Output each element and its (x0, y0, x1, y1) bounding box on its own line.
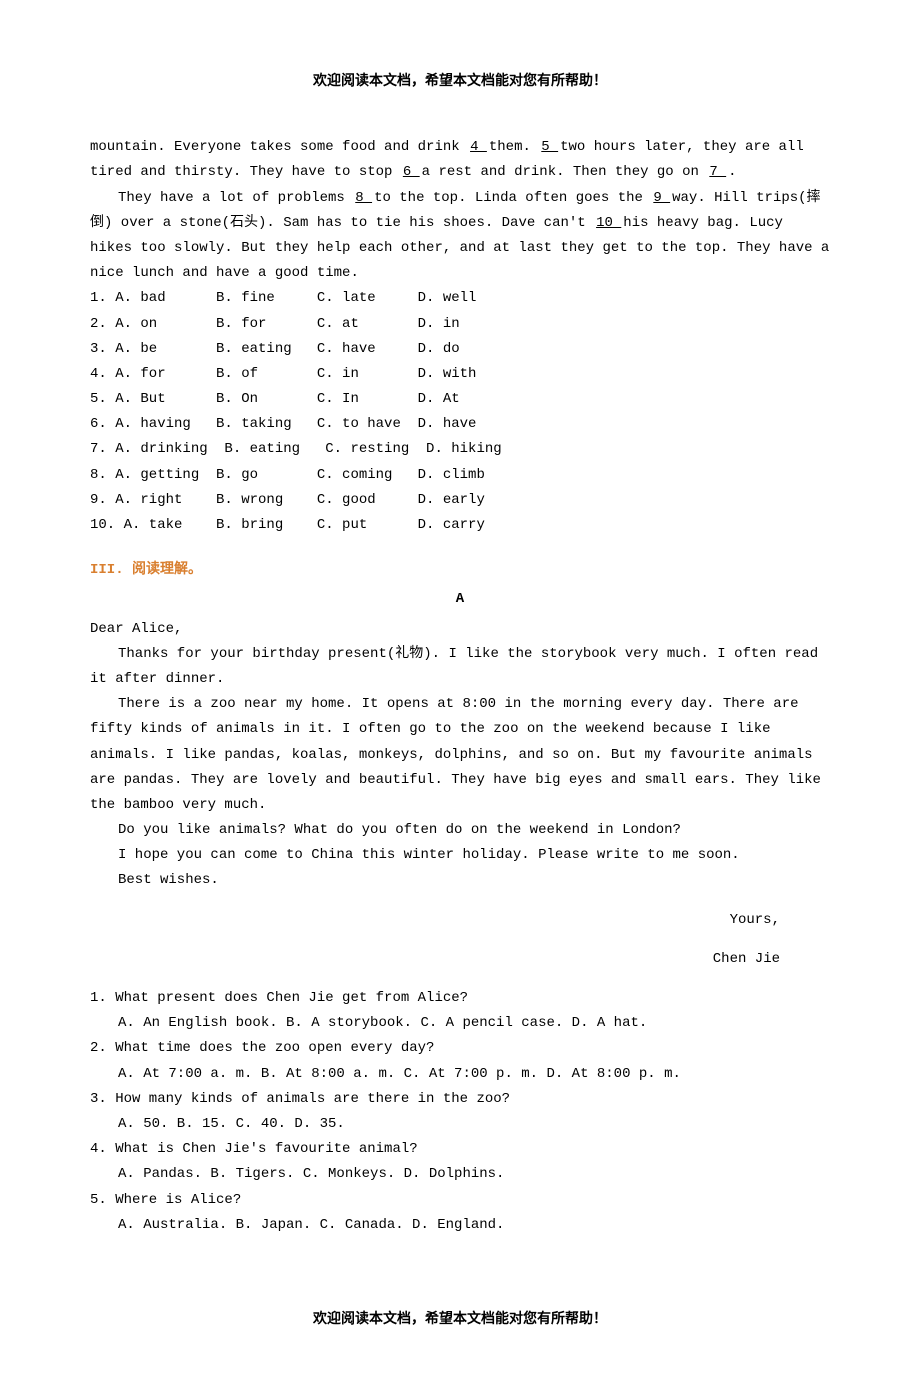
letter-paragraph: I hope you can come to China this winter… (90, 843, 830, 868)
question: 4. What is Chen Jie's favourite animal? (90, 1137, 830, 1162)
question: 2. What time does the zoo open every day… (90, 1036, 830, 1061)
blank-7: 7 (707, 164, 728, 180)
option-row: 6. A. having B. taking C. to have D. hav… (90, 412, 830, 437)
cloze-paragraph-2: They have a lot of problems 8 to the top… (90, 186, 830, 287)
text: mountain. Everyone takes some food and d… (90, 139, 468, 155)
letter-signature: Chen Jie (90, 947, 830, 972)
option-row: 8. A. getting B. go C. coming D. climb (90, 463, 830, 488)
question-options: A. Pandas. B. Tigers. C. Monkeys. D. Dol… (118, 1162, 830, 1187)
option-row: 9. A. right B. wrong C. good D. early (90, 488, 830, 513)
text: . (728, 164, 736, 180)
letter-paragraph: Do you like animals? What do you often d… (90, 818, 830, 843)
letter-greeting: Dear Alice, (90, 617, 830, 642)
blank-5: 5 (539, 139, 560, 155)
cloze-paragraph-1: mountain. Everyone takes some food and d… (90, 135, 830, 185)
cloze-options: 1. A. bad B. fine C. late D. well 2. A. … (90, 286, 830, 538)
option-row: 10. A. take B. bring C. put D. carry (90, 513, 830, 538)
passage-label: A (90, 587, 830, 612)
question-options: A. An English book. B. A storybook. C. A… (118, 1011, 830, 1036)
text: a rest and drink. Then they go on (422, 164, 708, 180)
question-options: A. At 7:00 a. m. B. At 8:00 a. m. C. At … (118, 1062, 830, 1087)
page-footer: 欢迎阅读本文档，希望本文档能对您有所帮助！ (90, 1308, 830, 1333)
question: 1. What present does Chen Jie get from A… (90, 986, 830, 1011)
letter-paragraph: There is a zoo near my home. It opens at… (90, 692, 830, 818)
question-options: A. 50. B. 15. C. 40. D. 35. (118, 1112, 830, 1137)
question: 3. How many kinds of animals are there i… (90, 1087, 830, 1112)
letter-paragraph: Thanks for your birthday present(礼物). I … (90, 642, 830, 692)
option-row: 7. A. drinking B. eating C. resting D. h… (90, 437, 830, 462)
text: They have a lot of problems (118, 190, 353, 206)
question-options: A. Australia. B. Japan. C. Canada. D. En… (118, 1213, 830, 1238)
letter-paragraph: Best wishes. (90, 868, 830, 893)
text: to the top. Linda often goes the (374, 190, 651, 206)
option-row: 5. A. But B. On C. In D. At (90, 387, 830, 412)
option-row: 4. A. for B. of C. in D. with (90, 362, 830, 387)
blank-4: 4 (468, 139, 489, 155)
blank-8: 8 (353, 190, 374, 206)
section-title-reading: III. 阅读理解。 (90, 558, 830, 583)
option-row: 2. A. on B. for C. at D. in (90, 312, 830, 337)
letter-signoff: Yours, (90, 908, 830, 933)
blank-10: 10 (594, 215, 623, 231)
text: them. (489, 139, 539, 155)
blank-9: 9 (651, 190, 672, 206)
question: 5. Where is Alice? (90, 1188, 830, 1213)
option-row: 1. A. bad B. fine C. late D. well (90, 286, 830, 311)
page-header: 欢迎阅读本文档，希望本文档能对您有所帮助！ (90, 70, 830, 95)
option-row: 3. A. be B. eating C. have D. do (90, 337, 830, 362)
blank-6: 6 (401, 164, 422, 180)
